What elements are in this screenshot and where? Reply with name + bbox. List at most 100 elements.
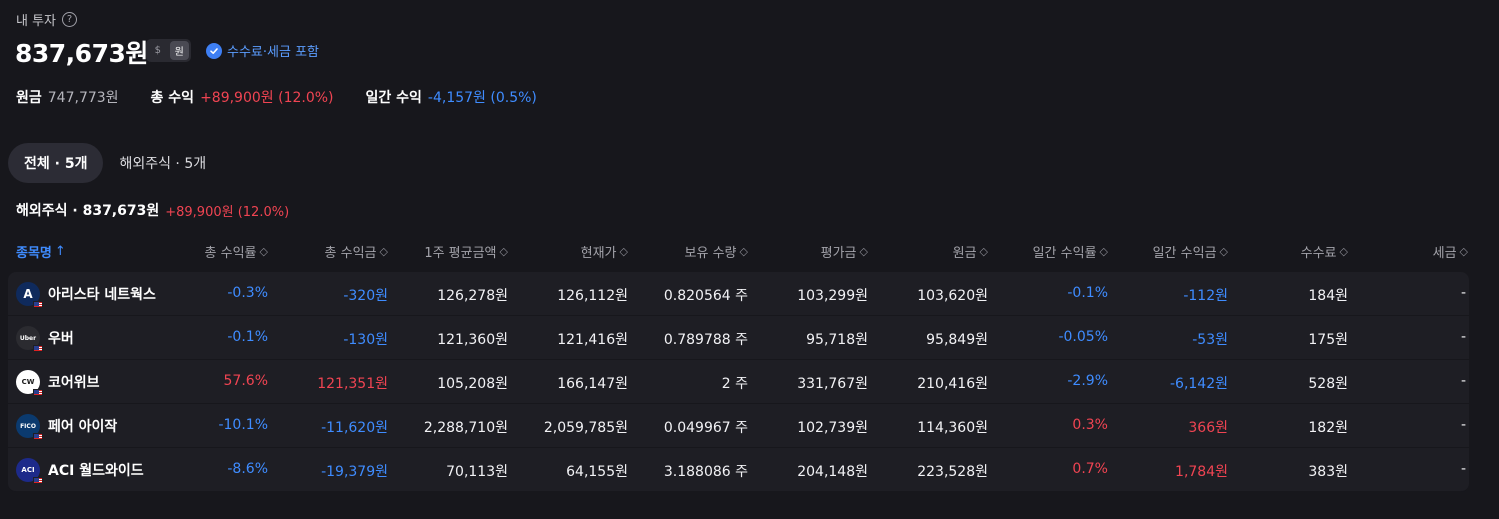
stock-name: 우버 — [48, 331, 74, 347]
cell-fee: 184원 — [1308, 288, 1348, 304]
column-header-valuation[interactable]: 평가금 ◇ — [821, 242, 868, 261]
us-flag-icon — [33, 433, 43, 440]
cell-avg-price: 2,288,710원 — [423, 420, 508, 436]
cell-avg-price: 126,278원 — [437, 288, 508, 304]
sort-icon: ◇ — [619, 245, 628, 258]
sort-icon: ◇ — [1099, 245, 1108, 258]
cell-daily-amount: 366원 — [1188, 420, 1228, 436]
column-header-daily-amount[interactable]: 일간 수익금 ◇ — [1153, 242, 1228, 261]
cell-valuation: 331,767원 — [797, 376, 868, 392]
holdings-table: A 아리스타 네트웍스 -0.3% -320원 126,278원 126,112원 0.82… — [8, 272, 1469, 492]
table-row[interactable]: ACI ACI 월드와이드 -8.6% -19,379원 70,113원 64,155원 3… — [8, 448, 1469, 492]
cell-total-rate: -10.1% — [218, 417, 268, 433]
cell-total-amount: -130원 — [343, 332, 388, 348]
total-return-label: 총 수익 — [150, 90, 195, 106]
us-flag-icon — [33, 389, 43, 396]
cell-daily-rate: -0.1% — [1067, 285, 1108, 301]
stock-logo-icon: A — [16, 282, 43, 308]
cell-tax: - — [1460, 285, 1466, 301]
column-header-total-rate[interactable]: 총 수익률 ◇ — [205, 242, 268, 261]
sort-icon: ◇ — [1459, 245, 1468, 258]
column-header-total-amount[interactable]: 총 수익금 ◇ — [325, 242, 388, 261]
cell-tax: - — [1460, 373, 1466, 389]
cell-principal: 223,528원 — [917, 464, 988, 480]
stock-name-cell[interactable]: A 아리스타 네트웍스 — [16, 282, 156, 308]
sort-icon: ◇ — [859, 245, 868, 258]
column-header-quantity[interactable]: 보유 수량 ◇ — [685, 242, 748, 261]
cell-valuation: 103,299원 — [797, 288, 868, 304]
my-investment-page: 내 투자 ? 837,673원 $ 원 수수료·세금 포함 원금 747,773… — [0, 0, 1499, 519]
stock-name-cell[interactable]: Uber 우버 — [16, 326, 74, 352]
stock-logo-icon: ACI — [16, 458, 43, 484]
cell-daily-rate: -0.05% — [1058, 329, 1108, 345]
cell-total-rate: -0.3% — [227, 285, 268, 301]
total-value: 837,673원 — [15, 39, 148, 68]
logo-text: A — [23, 287, 33, 301]
column-header-fee[interactable]: 수수료 ◇ — [1301, 242, 1348, 261]
currency-usd-option[interactable]: $ — [148, 41, 168, 60]
cell-daily-amount: -6,142원 — [1169, 376, 1228, 392]
cell-principal: 95,849원 — [926, 332, 988, 348]
stock-logo-icon: Uber — [16, 326, 43, 352]
help-icon[interactable]: ? — [62, 12, 78, 27]
cell-valuation: 95,718원 — [806, 332, 868, 348]
cell-tax: - — [1460, 417, 1466, 433]
cell-quantity: 0.820564 주 — [663, 288, 748, 304]
total-return-value: +89,900원 (12.0%) — [200, 90, 334, 106]
column-header-daily-rate[interactable]: 일간 수익률 ◇ — [1033, 242, 1108, 261]
cell-total-rate: -8.6% — [227, 461, 268, 477]
cell-quantity: 2 주 — [721, 376, 748, 392]
logo-text: Uber — [19, 334, 37, 342]
tab-foreign-stocks[interactable]: 해외주식 · 5개 — [103, 143, 222, 183]
stock-name: 코어위브 — [48, 375, 100, 391]
cell-current-price: 166,147원 — [557, 376, 628, 392]
column-header-principal[interactable]: 원금 ◇ — [953, 242, 988, 261]
stock-name-cell[interactable]: ACI ACI 월드와이드 — [16, 458, 144, 484]
cell-avg-price: 70,113원 — [446, 464, 508, 480]
tab-all[interactable]: 전체 · 5개 — [8, 143, 104, 183]
table-row[interactable]: FICO 페어 아이작 -10.1% -11,620원 2,288,710원 2,059,… — [8, 404, 1469, 448]
column-header-current-price[interactable]: 현재가 ◇ — [581, 242, 628, 261]
table-header: 종목명 ↑ 총 수익률 ◇ 총 수익금 ◇ 1주 평균금액 ◇ 현재가 ◇ 보유 수량 ◇ … — [8, 238, 1469, 262]
fee-tax-toggle[interactable]: 수수료·세금 포함 — [206, 41, 319, 60]
table-row[interactable]: A 아리스타 네트웍스 -0.3% -320원 126,278원 126,112원 0.82… — [8, 272, 1469, 316]
cell-total-amount: 121,351원 — [317, 376, 388, 392]
cell-fee: 182원 — [1308, 420, 1348, 436]
cell-daily-rate: -2.9% — [1067, 373, 1108, 389]
cell-valuation: 204,148원 — [797, 464, 868, 480]
column-header-tax[interactable]: 세금 ◇ — [1433, 242, 1468, 261]
cell-daily-rate: 0.7% — [1072, 461, 1108, 477]
stock-name: 페어 아이작 — [48, 419, 118, 435]
currency-toggle[interactable]: $ 원 — [146, 39, 191, 62]
cell-daily-rate: 0.3% — [1072, 417, 1108, 433]
cell-tax: - — [1460, 329, 1466, 345]
sort-icon: ◇ — [1339, 245, 1348, 258]
cell-total-amount: -320원 — [343, 288, 388, 304]
sort-icon: ◇ — [259, 245, 268, 258]
daily-return-value: -4,157원 (0.5%) — [427, 90, 537, 106]
cell-principal: 103,620원 — [917, 288, 988, 304]
stock-name: 아리스타 네트웍스 — [48, 287, 156, 303]
sort-icon: ◇ — [739, 245, 748, 258]
stock-name-cell[interactable]: CW 코어위브 — [16, 370, 100, 396]
page-title: 내 투자 — [16, 14, 57, 29]
check-circle-icon — [206, 42, 222, 59]
column-header-name[interactable]: 종목명 ↑ — [16, 242, 66, 261]
table-row[interactable]: Uber 우버 -0.1% -130원 121,360원 121,416원 0.789788… — [8, 316, 1469, 360]
cell-current-price: 126,112원 — [557, 288, 628, 304]
section-name: 해외주식 · 837,673원 — [16, 203, 160, 219]
page-header: 내 투자 ? — [16, 10, 78, 29]
stock-name-cell[interactable]: FICO 페어 아이작 — [16, 414, 118, 440]
cell-fee: 175원 — [1308, 332, 1348, 348]
stock-logo-icon: CW — [16, 370, 43, 396]
sort-icon: ◇ — [499, 245, 508, 258]
cell-daily-amount: 1,784원 — [1175, 464, 1228, 480]
cell-fee: 528원 — [1308, 376, 1348, 392]
principal-label: 원금 — [16, 90, 42, 106]
cell-principal: 210,416원 — [917, 376, 988, 392]
currency-krw-option[interactable]: 원 — [169, 41, 189, 60]
column-header-avg-price[interactable]: 1주 평균금액 ◇ — [424, 242, 508, 261]
table-row[interactable]: CW 코어위브 57.6% 121,351원 105,208원 166,147원 2 주 33… — [8, 360, 1469, 404]
principal-value: 747,773원 — [47, 90, 119, 106]
cell-quantity: 0.789788 주 — [663, 332, 748, 348]
